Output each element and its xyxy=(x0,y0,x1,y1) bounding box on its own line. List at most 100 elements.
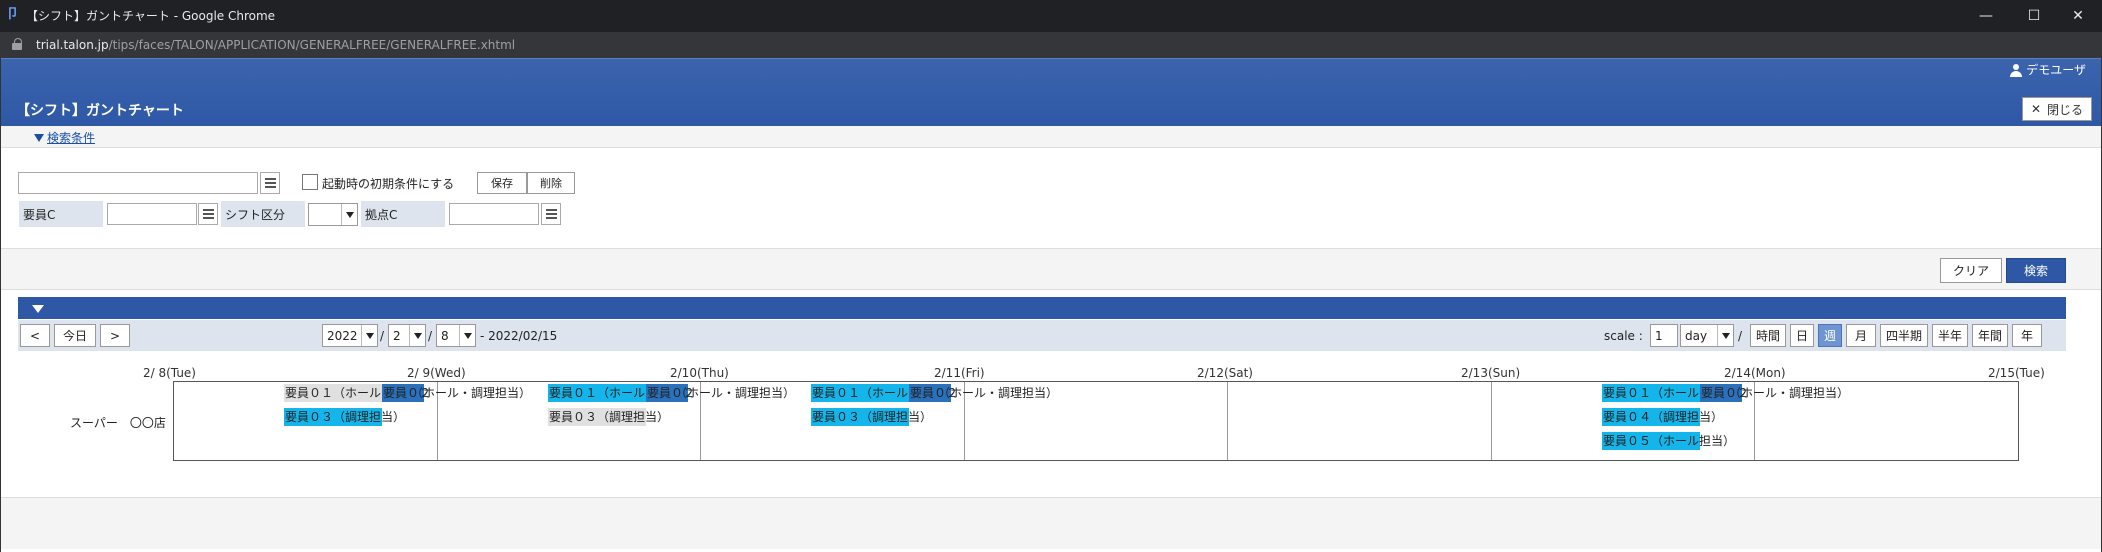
gantt-bar[interactable]: 要員０３（調理担当） xyxy=(284,408,405,426)
close-icon: ✕ xyxy=(2030,102,2042,116)
chevron-down-icon xyxy=(1717,325,1733,346)
gantt-bar-label: 要員０１（ホール xyxy=(1603,386,1700,400)
gantt-bar-label: 要員０３（調理担当） xyxy=(812,410,933,424)
gantt-bar[interactable]: （ホール・調理担当） xyxy=(1728,384,1849,402)
gantt-bar[interactable]: （ホール・調理担当） xyxy=(410,384,531,402)
gantt-bar-label: （ホール・調理担当） xyxy=(411,386,532,400)
gantt-bar[interactable]: 要員０１（ホール xyxy=(811,384,909,402)
address-bar[interactable]: trial.talon.jp/tips/faces/TALON/APPLICAT… xyxy=(0,32,2102,58)
gantt-bar-label: 要員０１（ホール xyxy=(812,386,909,400)
search-toggle-row: 検索条件 xyxy=(0,126,2102,148)
view-button-2[interactable]: 週 xyxy=(1818,324,1842,347)
chevron-down-icon xyxy=(459,325,475,346)
end-date-text: - 2022/02/15 xyxy=(480,329,558,343)
user-name: デモユーザ xyxy=(2026,63,2086,77)
view-button-7[interactable]: 年 xyxy=(2012,324,2042,347)
gantt-day-divider xyxy=(1491,382,1492,460)
base-code-label: 拠点C xyxy=(360,200,446,228)
save-button[interactable]: 保存 xyxy=(477,172,527,194)
prev-button[interactable]: < xyxy=(20,324,50,347)
gantt-collapse-bar[interactable] xyxy=(18,297,2066,319)
window-close-button[interactable]: ✕ xyxy=(2054,0,2102,32)
day-select[interactable]: 8 xyxy=(436,324,476,347)
gantt-bar-label: （ホール・調理担当） xyxy=(675,386,796,400)
chevron-down-icon xyxy=(409,325,425,346)
list-icon[interactable] xyxy=(260,172,280,194)
year-value: 2022 xyxy=(327,329,358,343)
year-select[interactable]: 2022 xyxy=(322,324,378,347)
base-list-icon[interactable] xyxy=(541,203,561,225)
gantt-bar-label: 要員０１（ホール xyxy=(285,386,382,400)
app-header: デモユーザ 【シフト】ガントチャート ✕ 閉じる xyxy=(0,58,2102,126)
gantt-date-label: 2/14(Mon) xyxy=(1724,366,1786,380)
scale-value-input[interactable]: 1 xyxy=(1650,324,1678,347)
minimize-button[interactable]: — xyxy=(1962,0,2010,32)
gantt-bar[interactable]: 要員０５（ホール担当） xyxy=(1602,432,1735,450)
page-footer xyxy=(0,497,2102,549)
maximize-button[interactable]: ☐ xyxy=(2010,0,2058,32)
gantt-date-label: 2/ 9(Wed) xyxy=(407,366,466,380)
scale-unit-value: day xyxy=(1685,329,1708,343)
url-host: trial.talon.jp xyxy=(36,38,109,52)
today-button[interactable]: 今日 xyxy=(54,324,96,347)
gantt-bar[interactable]: 要員０１（ホール xyxy=(1602,384,1700,402)
view-button-6[interactable]: 年間 xyxy=(1972,324,2008,347)
gantt-bar[interactable]: 要員０１（ホール xyxy=(284,384,382,402)
gantt-bar-label: 要員０３（調理担当） xyxy=(549,410,670,424)
gantt-bar-label: （ホール・調理担当） xyxy=(1729,386,1850,400)
month-select[interactable]: 2 xyxy=(388,324,426,347)
triangle-down-icon xyxy=(32,305,44,313)
gantt-bar-label: （ホール・調理担当） xyxy=(938,386,1059,400)
date-separator: / xyxy=(380,329,385,343)
gantt-bar-label: 要員０１（ホール xyxy=(549,386,646,400)
scale-label: scale : xyxy=(1604,329,1643,343)
url-text[interactable]: trial.talon.jp/tips/faces/TALON/APPLICAT… xyxy=(36,37,515,53)
scale-value: 1 xyxy=(1655,329,1663,343)
date-separator: / xyxy=(428,329,433,343)
gantt-bar-label: 要員０５（ホール担当） xyxy=(1603,434,1736,448)
shift-type-label: シフト区分 xyxy=(220,200,306,228)
default-condition-label: 起動時の初期条件にする xyxy=(322,177,455,191)
gantt-toolbar: < 今日 > 2022 / 2 / 8 - 2022/02/15 scale :… xyxy=(18,320,2066,351)
gantt-date-label: 2/10(Thu) xyxy=(670,366,729,380)
page-title: 【シフト】ガントチャート xyxy=(16,103,184,119)
free-text-input[interactable] xyxy=(18,172,258,194)
staff-code-label: 要員C xyxy=(18,200,104,228)
search-button[interactable]: 検索 xyxy=(2006,258,2066,283)
view-button-5[interactable]: 半年 xyxy=(1932,324,1968,347)
shift-type-select[interactable] xyxy=(308,203,358,226)
gantt-bar[interactable]: 要員０３（調理担当） xyxy=(548,408,669,426)
user-menu[interactable]: デモユーザ xyxy=(2010,62,2086,78)
close-page-button[interactable]: ✕ 閉じる xyxy=(2022,97,2092,121)
browser-title-bar: 卩 【シフト】ガントチャート - Google Chrome — ☐ ✕ xyxy=(0,0,2102,32)
close-label: 閉じる xyxy=(2047,102,2084,117)
gantt-date-label: 2/12(Sat) xyxy=(1197,366,1253,380)
triangle-down-icon xyxy=(34,134,44,142)
scale-unit-select[interactable]: day xyxy=(1680,324,1734,347)
default-condition-checkbox[interactable] xyxy=(302,174,318,190)
gantt-bar[interactable]: 要員０３（調理担当） xyxy=(811,408,932,426)
view-button-1[interactable]: 日 xyxy=(1790,324,1814,347)
chevron-down-icon xyxy=(361,325,377,346)
user-icon xyxy=(2010,63,2023,77)
gantt-bar[interactable]: （ホール・調理担当） xyxy=(674,384,795,402)
clear-button[interactable]: クリア xyxy=(1940,258,2002,283)
gantt-date-label: 2/11(Fri) xyxy=(934,366,985,380)
gantt-bar-label: 要員０３（調理担当） xyxy=(285,410,406,424)
gantt-bar[interactable]: 要員０４（調理担当） xyxy=(1602,408,1723,426)
view-button-4[interactable]: 四半期 xyxy=(1880,324,1928,347)
view-button-3[interactable]: 月 xyxy=(1846,324,1876,347)
window-title: 【シフト】ガントチャート - Google Chrome xyxy=(26,9,276,23)
staff-list-icon[interactable] xyxy=(198,203,218,225)
gantt-bar[interactable]: 要員０１（ホール xyxy=(548,384,646,402)
search-conditions-toggle[interactable]: 検索条件 xyxy=(34,129,95,146)
gantt-day-divider xyxy=(1227,382,1228,460)
next-button[interactable]: > xyxy=(100,324,130,347)
delete-button[interactable]: 削除 xyxy=(527,172,575,194)
window-border xyxy=(0,58,1,552)
gantt-bar[interactable]: （ホール・調理担当） xyxy=(937,384,1058,402)
app-logo-icon: 卩 xyxy=(6,7,20,22)
view-button-0[interactable]: 時間 xyxy=(1750,324,1786,347)
base-code-input[interactable] xyxy=(449,203,539,225)
staff-code-input[interactable] xyxy=(107,203,197,225)
